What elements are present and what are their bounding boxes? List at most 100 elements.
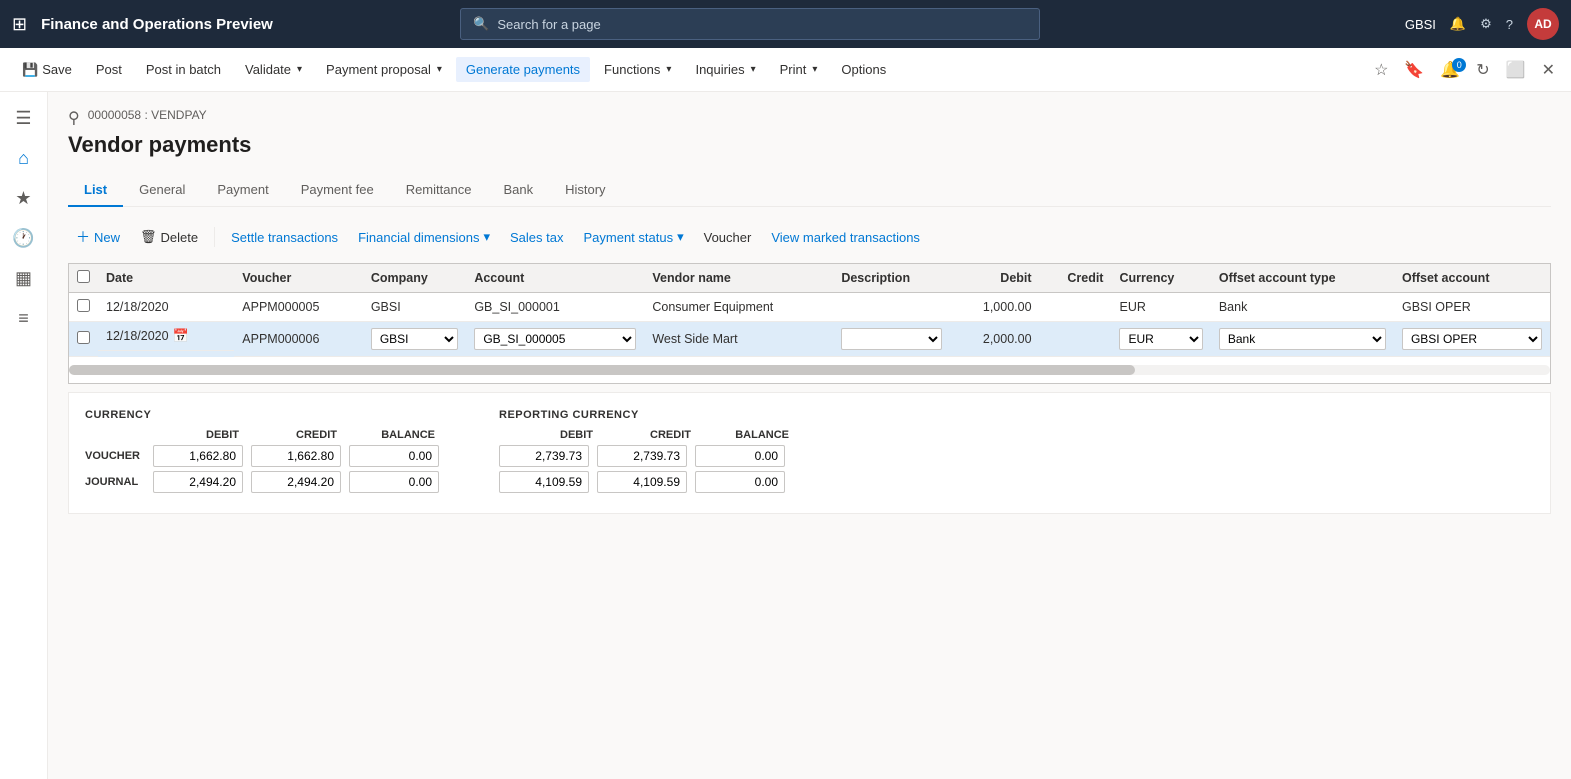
horizontal-scrollbar[interactable] xyxy=(69,365,1550,375)
row2-company-select[interactable]: GBSI xyxy=(371,328,459,350)
calendar-icon[interactable]: 📅 xyxy=(173,328,189,344)
curr-voucher-debit[interactable] xyxy=(153,445,243,467)
sidebar-item-workspaces[interactable]: ▦ xyxy=(6,260,42,296)
close-icon[interactable]: ✕ xyxy=(1538,56,1559,84)
row2-account[interactable]: GB_SI_000005 xyxy=(466,322,644,357)
table-row[interactable]: 12/18/2020 APPM000005 GBSI GB_SI_000001 … xyxy=(69,293,1550,322)
notification-icon[interactable]: 🔔 xyxy=(1450,16,1466,32)
curr-voucher-credit[interactable] xyxy=(251,445,341,467)
tabs: List General Payment Payment fee Remitta… xyxy=(68,174,1551,207)
refresh-icon[interactable]: ↻ xyxy=(1472,56,1493,84)
row2-offset-type-select[interactable]: Bank xyxy=(1219,328,1386,350)
rep-voucher-debit[interactable] xyxy=(499,445,589,467)
divider xyxy=(214,227,215,247)
rep-voucher-credit[interactable] xyxy=(597,445,687,467)
rep-voucher-balance[interactable] xyxy=(695,445,785,467)
notification-badge[interactable]: 🔔 0 xyxy=(1436,60,1464,80)
reporting-voucher-row xyxy=(499,445,789,467)
row2-offset-type[interactable]: Bank xyxy=(1211,322,1394,357)
currency-summary: CURRENCY DEBIT CREDIT BALANCE VOUCHER xyxy=(85,409,439,497)
post-button[interactable]: Post xyxy=(86,57,132,82)
row2-offset-account-select[interactable]: GBSI OPER xyxy=(1402,328,1542,350)
options-button[interactable]: Options xyxy=(831,57,896,82)
tab-payment[interactable]: Payment xyxy=(201,174,284,207)
col-offset-type: Offset account type xyxy=(1211,264,1394,293)
tab-history[interactable]: History xyxy=(549,174,621,207)
voucher-button[interactable]: Voucher xyxy=(696,226,760,249)
filter-icon[interactable]: ⚲ xyxy=(68,108,80,128)
sub-toolbar: ＋ New 🗑 Delete Settle transactions Finan… xyxy=(68,223,1551,251)
app-title: Finance and Operations Preview xyxy=(41,16,273,33)
row2-offset-account[interactable]: GBSI OPER xyxy=(1394,322,1550,357)
sidebar-item-favorites[interactable]: ★ xyxy=(6,180,42,216)
breadcrumb: 00000058 : VENDPAY xyxy=(88,108,207,122)
save-button[interactable]: 💾 Save xyxy=(12,57,82,83)
tab-general[interactable]: General xyxy=(123,174,201,207)
sidebar: ☰ ⌂ ★ 🕐 ▦ ≡ xyxy=(0,92,48,779)
row1-offset-account: GBSI OPER xyxy=(1394,293,1550,322)
scroll-thumb[interactable] xyxy=(69,365,1135,375)
generate-payments-button[interactable]: Generate payments xyxy=(456,57,590,82)
bookmark-icon[interactable]: 🔖 xyxy=(1400,56,1428,84)
rep-journal-debit[interactable] xyxy=(499,471,589,493)
help-icon[interactable]: ? xyxy=(1506,17,1513,32)
validate-button[interactable]: Validate ▾ xyxy=(235,57,312,82)
payment-status-button[interactable]: Payment status ▾ xyxy=(575,225,691,249)
action-bar: 💾 Save Post Post in batch Validate ▾ Pay… xyxy=(0,48,1571,92)
rep-balance-header: BALANCE xyxy=(699,429,789,441)
inquiries-button[interactable]: Inquiries ▾ xyxy=(685,57,765,82)
view-marked-button[interactable]: View marked transactions xyxy=(763,226,928,249)
tab-remittance[interactable]: Remittance xyxy=(390,174,488,207)
tab-bank[interactable]: Bank xyxy=(487,174,549,207)
curr-journal-debit[interactable] xyxy=(153,471,243,493)
summary-section: CURRENCY DEBIT CREDIT BALANCE VOUCHER xyxy=(68,392,1551,514)
badge-count: 0 xyxy=(1452,58,1466,72)
row2-desc-select[interactable] xyxy=(841,328,942,350)
tab-payment-fee[interactable]: Payment fee xyxy=(285,174,390,207)
curr-credit-header: CREDIT xyxy=(247,429,337,441)
row2-account-select[interactable]: GB_SI_000005 xyxy=(474,328,636,350)
col-vendor-name: Vendor name xyxy=(644,264,833,293)
row2-desc[interactable] xyxy=(833,322,950,357)
reporting-journal-row xyxy=(499,471,789,493)
search-box[interactable]: 🔍 Search for a page xyxy=(460,8,1040,40)
curr-journal-credit[interactable] xyxy=(251,471,341,493)
row1-check[interactable] xyxy=(69,293,98,322)
row2-currency-select[interactable]: EUR xyxy=(1119,328,1202,350)
rep-journal-credit[interactable] xyxy=(597,471,687,493)
avatar[interactable]: AD xyxy=(1527,8,1559,40)
sidebar-item-menu[interactable]: ☰ xyxy=(6,100,42,136)
new-button[interactable]: ＋ New xyxy=(68,223,128,251)
data-table: Date Voucher Company Account Vendor name… xyxy=(69,264,1550,357)
select-all-checkbox[interactable] xyxy=(77,270,90,283)
favorites-icon[interactable]: ☆ xyxy=(1370,56,1392,84)
expand-icon[interactable]: ⬜ xyxy=(1502,56,1530,84)
financial-dim-button[interactable]: Financial dimensions ▾ xyxy=(350,225,498,249)
settings-icon[interactable]: ⚙ xyxy=(1480,16,1492,32)
curr-voucher-balance[interactable] xyxy=(349,445,439,467)
row1-credit xyxy=(1040,293,1112,322)
row2-company[interactable]: GBSI xyxy=(363,322,467,357)
print-button[interactable]: Print ▾ xyxy=(770,57,828,82)
currency-title: CURRENCY xyxy=(85,409,439,421)
curr-journal-balance[interactable] xyxy=(349,471,439,493)
rep-journal-balance[interactable] xyxy=(695,471,785,493)
row1-currency: EUR xyxy=(1111,293,1210,322)
gbsi-label: GBSI xyxy=(1405,17,1436,32)
sidebar-item-recent[interactable]: 🕐 xyxy=(6,220,42,256)
tab-list[interactable]: List xyxy=(68,174,123,207)
app-grid-icon[interactable]: ⊞ xyxy=(12,14,27,35)
table-row[interactable]: 12/18/2020 📅 APPM000006 GBSI xyxy=(69,322,1550,357)
row2-currency[interactable]: EUR xyxy=(1111,322,1210,357)
row1-debit: 1,000.00 xyxy=(950,293,1039,322)
sales-tax-button[interactable]: Sales tax xyxy=(502,226,571,249)
functions-button[interactable]: Functions ▾ xyxy=(594,57,681,82)
row2-check[interactable] xyxy=(69,322,98,357)
post-in-batch-button[interactable]: Post in batch xyxy=(136,57,231,82)
settle-button[interactable]: Settle transactions xyxy=(223,226,346,249)
payment-proposal-button[interactable]: Payment proposal ▾ xyxy=(316,57,452,82)
sidebar-item-home[interactable]: ⌂ xyxy=(6,140,42,176)
sidebar-item-modules[interactable]: ≡ xyxy=(6,300,42,336)
delete-button[interactable]: 🗑 Delete xyxy=(132,225,206,249)
page-title: Vendor payments xyxy=(68,132,1551,158)
